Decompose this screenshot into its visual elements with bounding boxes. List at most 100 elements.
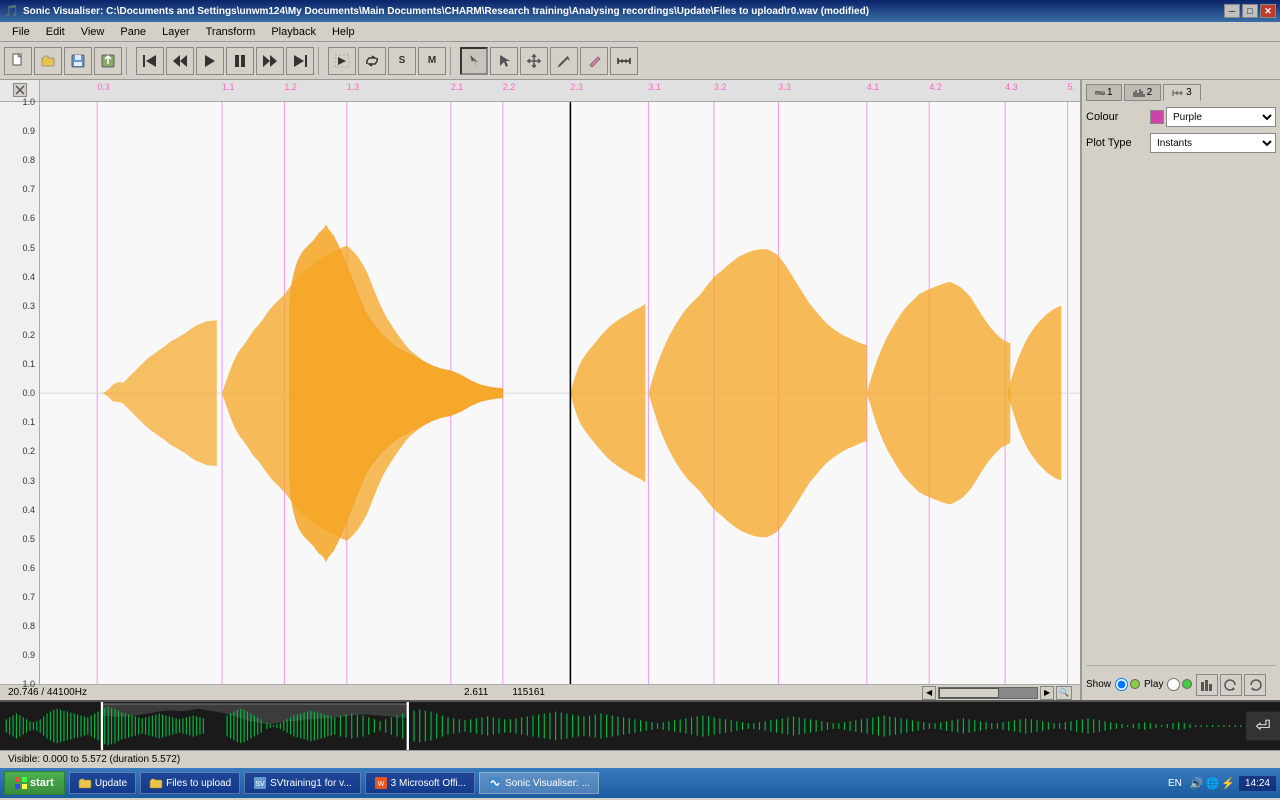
folder-icon-update [78,776,92,790]
y-label-16: 0.6 [22,563,35,573]
taskbar-item-sv-training[interactable]: SV SVtraining1 for v... [244,772,361,794]
solo-button[interactable]: S [388,47,416,75]
colour-row: Colour Purple Red Green Blue [1086,107,1276,127]
waveform-view[interactable] [40,102,1080,684]
show-play-controls: Show Play [1086,665,1276,696]
close-pane-button[interactable] [13,83,27,97]
measure-tool-button[interactable] [610,47,638,75]
play-label[interactable]: Play [1144,678,1192,691]
play-radio[interactable] [1167,678,1180,691]
y-label-3: 0.7 [22,184,35,194]
panel-tab-2[interactable]: 2 [1124,84,1162,101]
menu-item-playback[interactable]: Playback [263,24,324,40]
select-tool-button[interactable] [490,47,518,75]
open-button[interactable] [34,47,62,75]
show-label[interactable]: Show [1086,678,1140,691]
colour-label: Colour [1086,111,1146,123]
start-label: start [30,777,54,789]
move-tool-button[interactable] [520,47,548,75]
scroll-track[interactable] [938,687,1038,699]
plot-type-select[interactable]: Instants Segments Points [1150,133,1276,153]
scroll-left-button[interactable]: ◀ [922,686,936,700]
y-label-11: 0.1 [22,417,35,427]
right-panel: 1 2 3 Colour Purple Red Green Blue [1080,80,1280,700]
rewind-button[interactable] [166,47,194,75]
play-selection-button[interactable] [328,47,356,75]
menu-item-pane[interactable]: Pane [112,24,154,40]
spin-right-icon-btn[interactable] [1244,674,1266,696]
loop-button[interactable] [358,47,386,75]
menu-item-file[interactable]: File [4,24,38,40]
toolbar-separator-3 [450,47,456,75]
show-radio[interactable] [1115,678,1128,691]
mono-button[interactable]: M [418,47,446,75]
panel-tab-1[interactable]: 1 [1086,84,1122,101]
close-button[interactable]: ✕ [1260,4,1276,18]
menu-item-view[interactable]: View [73,24,113,40]
ruler-label-13: 5. [1068,82,1076,92]
spin-left-icon-btn[interactable] [1220,674,1242,696]
fast-forward-end-button[interactable] [286,47,314,75]
play-text: Play [1144,679,1163,690]
show-text: Show [1086,679,1111,690]
titlebar-left: 🎵 Sonic Visualiser: C:\Documents and Set… [4,4,869,18]
office-icon: W [374,776,388,790]
meter-icon-btn[interactable] [1196,674,1218,696]
panel-tab-3[interactable]: 3 [1163,84,1201,101]
y-label-7: 0.3 [22,301,35,311]
menu-item-layer[interactable]: Layer [154,24,198,40]
export-button[interactable] [94,47,122,75]
menu-item-edit[interactable]: Edit [38,24,73,40]
y-axis: 1.00.90.80.70.60.50.40.30.20.10.00.10.20… [0,102,40,684]
colour-select[interactable]: Purple Red Green Blue [1166,107,1276,127]
ruler-label-6: 2.3 [570,82,583,92]
ruler-label-2: 1.2 [284,82,297,92]
ruler-label-8: 3.2 [714,82,727,92]
start-button[interactable]: start [4,771,65,795]
ruler-label-7: 3.1 [648,82,661,92]
taskbar-item-office[interactable]: W 3 Microsoft Offi... [365,772,475,794]
ruler-label-9: 3.3 [778,82,791,92]
minimize-button[interactable]: ─ [1224,4,1240,18]
y-label-13: 0.3 [22,476,35,486]
play-button[interactable] [196,47,224,75]
draw-tool-button[interactable] [550,47,578,75]
toolbar-separator-1 [126,47,132,75]
y-label-20: 1.0 [22,679,35,689]
y-label-10: 0.0 [22,388,35,398]
overview-waveform: ⏎ [0,702,1280,750]
scroll-thumb[interactable] [939,688,999,698]
scroll-right-button[interactable]: ▶ [1040,686,1054,700]
new-button[interactable] [4,47,32,75]
y-label-18: 0.8 [22,621,35,631]
menu-item-help[interactable]: Help [324,24,363,40]
y-label-15: 0.5 [22,534,35,544]
taskbar-item-sonic-visualiser[interactable]: Sonic Visualiser: ... [479,772,599,794]
time-sample-rate: 20.746 / 44100Hz [8,687,87,698]
peaks-tab-icon [1133,88,1145,98]
menu-item-transform[interactable]: Transform [198,24,264,40]
ruler: 0.31.11.21.32.12.22.33.13.23.34.14.24.35… [40,80,1080,102]
fast-forward-button[interactable] [256,47,284,75]
maximize-button[interactable]: □ [1242,4,1258,18]
y-label-0: 1.0 [22,97,35,107]
zoom-out-button[interactable]: 🔍 [1056,686,1072,700]
erase-tool-button[interactable] [580,47,608,75]
sv-icon [488,776,502,790]
pause-button[interactable] [226,47,254,75]
taskbar-item-sv-training-label: SVtraining1 for v... [270,778,352,789]
rewind-start-button[interactable] [136,47,164,75]
save-button[interactable] [64,47,92,75]
horizontal-scrollbar[interactable]: ◀ ▶ 🔍 [922,686,1072,700]
taskbar-item-files[interactable]: Files to upload [140,772,240,794]
y-label-17: 0.7 [22,592,35,602]
play-dot-indicator [1182,679,1192,689]
y-label-6: 0.4 [22,272,35,282]
navigate-tool-button[interactable] [460,47,488,75]
ruler-label-12: 4.3 [1005,82,1018,92]
overview-bar[interactable]: ⏎ [0,700,1280,750]
start-icon [15,777,27,789]
y-label-5: 0.5 [22,243,35,253]
taskbar-item-update[interactable]: Update [69,772,136,794]
titlebar-controls: ─ □ ✕ [1224,4,1276,18]
